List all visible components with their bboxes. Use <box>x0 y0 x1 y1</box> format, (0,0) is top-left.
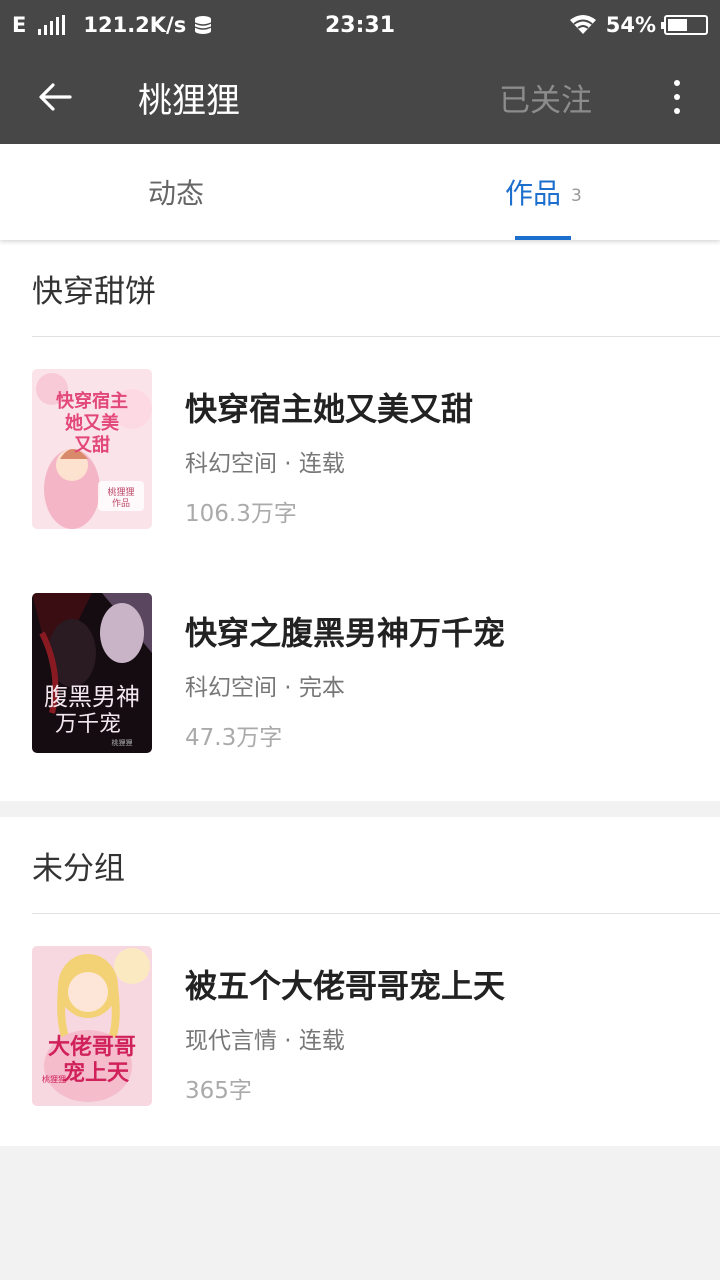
signal-icon <box>38 15 66 35</box>
book-title: 快穿宿主她又美又甜 <box>185 390 474 428</box>
group-header: 快穿甜饼 <box>0 240 720 336</box>
book-cover: 快穿宿主 她又美 又甜 桃狸狸 作品 <box>32 369 152 529</box>
tab-bar: 动态 作品 3 <box>0 144 720 240</box>
svg-text:又甜: 又甜 <box>73 434 110 456</box>
group-title: 未分组 <box>32 850 125 887</box>
group-kuaichuan: 快穿甜饼 快穿宿主 她又美 又甜 桃狸狸 作品 快穿宿主她又美又甜 科幻空间 ·… <box>0 240 720 801</box>
back-button[interactable] <box>0 50 110 144</box>
book-word-count: 47.3万字 <box>185 725 283 751</box>
svg-text:腹黑男神: 腹黑男神 <box>44 683 140 711</box>
svg-text:快穿宿主: 快穿宿主 <box>56 390 128 412</box>
book-word-count: 106.3万字 <box>185 501 297 527</box>
app-bar: 桃狸狸 已关注 <box>0 50 720 144</box>
tab-label: 作品 <box>505 177 562 210</box>
svg-text:桃狸狸: 桃狸狸 <box>42 1074 66 1084</box>
wifi-icon <box>569 15 596 34</box>
page-title: 桃狸狸 <box>138 80 240 121</box>
section-gap <box>0 801 720 817</box>
database-icon <box>194 16 212 34</box>
book-category-status: 科幻空间 · 完本 <box>185 675 345 701</box>
network-speed: 121.2K/s <box>83 13 187 37</box>
book-cover: 大佬哥哥 宠上天 桃狸狸 <box>32 946 152 1106</box>
network-type: E <box>12 13 27 37</box>
back-arrow-icon <box>39 83 72 111</box>
book-word-count: 365字 <box>185 1078 252 1104</box>
more-dots-icon <box>674 80 680 86</box>
follow-button[interactable]: 已关注 <box>499 75 592 120</box>
tab-count-badge: 3 <box>571 186 582 206</box>
svg-text:作品: 作品 <box>112 497 130 509</box>
tab-works[interactable]: 作品 3 <box>363 144 720 240</box>
svg-text:桃狸狸: 桃狸狸 <box>112 738 133 747</box>
book-title: 快穿之腹黑男神万千宠 <box>185 614 506 652</box>
battery-percent: 54% <box>605 13 656 37</box>
book-category-status: 现代言情 · 连载 <box>185 1028 345 1054</box>
book-category-status: 科幻空间 · 连载 <box>185 451 345 477</box>
group-ungrouped: 未分组 大佬哥哥 宠上天 桃狸狸 被五个大佬哥哥宠上天 现代言情 · 连载 36… <box>0 817 720 1146</box>
book-cover: 腹黑男神 万千宠 桃狸狸 <box>32 593 152 753</box>
svg-text:万千宠: 万千宠 <box>55 712 121 737</box>
tab-indicator <box>515 236 571 240</box>
svg-text:她又美: 她又美 <box>65 412 119 434</box>
svg-text:大佬哥哥: 大佬哥哥 <box>48 1034 136 1060</box>
book-item[interactable]: 快穿宿主 她又美 又甜 桃狸狸 作品 快穿宿主她又美又甜 科幻空间 · 连载 1… <box>0 337 720 561</box>
battery-icon <box>661 15 708 35</box>
group-title: 快穿甜饼 <box>32 273 156 310</box>
tab-activity[interactable]: 动态 <box>0 144 363 240</box>
group-header: 未分组 <box>0 817 720 913</box>
more-menu-button[interactable] <box>674 80 680 114</box>
svg-text:桃狸狸: 桃狸狸 <box>107 486 134 498</box>
book-item[interactable]: 大佬哥哥 宠上天 桃狸狸 被五个大佬哥哥宠上天 现代言情 · 连载 365字 <box>0 914 720 1138</box>
status-bar: E 121.2K/s 23:31 54% <box>0 0 720 50</box>
book-title: 被五个大佬哥哥宠上天 <box>185 967 506 1005</box>
book-item[interactable]: 腹黑男神 万千宠 桃狸狸 快穿之腹黑男神万千宠 科幻空间 · 完本 47.3万字 <box>0 561 720 785</box>
svg-text:宠上天: 宠上天 <box>63 1060 130 1086</box>
tab-label: 动态 <box>148 177 205 210</box>
